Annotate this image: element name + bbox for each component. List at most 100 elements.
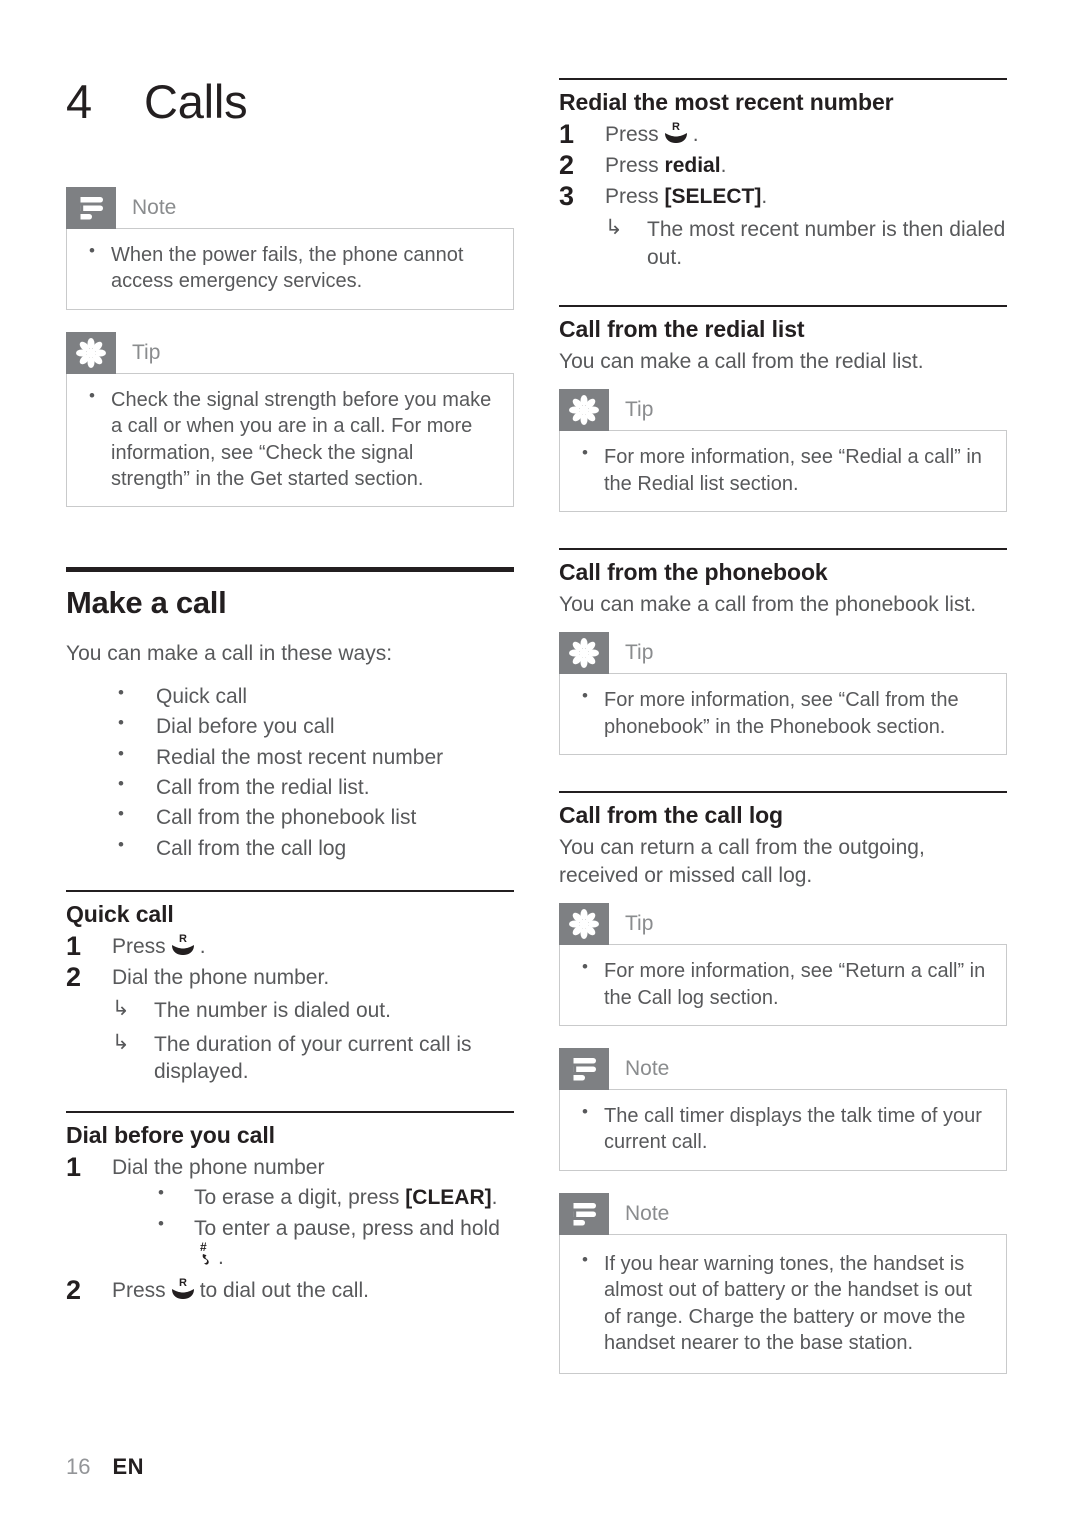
callout-label: Note (625, 1057, 670, 1081)
svg-text:R: R (179, 1277, 187, 1289)
step-number: 1 (559, 118, 575, 149)
step-number: 3 (559, 181, 575, 212)
callout-item: The call timer displays the talk time of… (576, 1101, 990, 1156)
subsection-heading-dial-before-you-call: Dial before you call (66, 1122, 275, 1149)
callout-body: If you hear warning tones, the handset i… (559, 1233, 1007, 1375)
subsection-heading-phonebook: Call from the phonebook (559, 559, 828, 586)
quick-call-steps: 1 Press R. 2 Dial the phone number. ↳ The… (66, 930, 514, 1086)
make-a-call-intro: You can make a call in these ways: (66, 641, 393, 665)
result-text: The number is dialed out. (154, 999, 391, 1023)
hash-pause-key-icon: # (195, 1241, 217, 1267)
phonebook-intro: You can make a call from the phonebook l… (559, 592, 977, 616)
section-rule-thin (559, 305, 1007, 308)
step-result: ↳ The most recent number is then dialed … (605, 216, 1007, 271)
talk-key-icon: R (168, 1277, 198, 1300)
note-icon (559, 1192, 609, 1235)
result-arrow-icon: ↳ (112, 997, 130, 1021)
callout-label: Tip (132, 340, 161, 364)
bullet-text-suffix: . (218, 1245, 224, 1269)
callout-body: For more information, see “Redial a call… (559, 430, 1007, 513)
chapter-name: Calls (144, 75, 248, 128)
callout-body: When the power fails, the phone cannot a… (66, 228, 514, 310)
callout-header: Tip (66, 331, 514, 374)
two-column-layout: 4 Calls Note • When the power fails, the… (66, 78, 1025, 1396)
tip-callout: Tip For more information, see “Return a … (559, 903, 1007, 1027)
key-label-clear: [CLEAR] (405, 1186, 492, 1210)
step-result: ↳ The duration of your current call is d… (112, 1031, 514, 1086)
step-item: 2 Dial the phone number. ↳ The number is… (66, 962, 514, 1086)
redial-recent-steps: 1 Press R. 2 Press redial. 3 Press [SELEC… (559, 119, 1007, 271)
callout-header: Note (559, 1192, 1007, 1235)
result-arrow-icon: ↳ (112, 1030, 130, 1054)
talk-key-icon: R (168, 933, 198, 955)
callout-item: If you hear warning tones, the handset i… (576, 1249, 990, 1357)
chapter-number: 4 (66, 75, 93, 128)
step-number: 2 (559, 149, 575, 180)
section-heading-make-a-call: Make a call (66, 585, 227, 621)
note-icon (66, 187, 116, 229)
bullet-text-prefix: To enter a pause, press and hold (194, 1216, 500, 1240)
step-text-suffix: to dial out the call. (199, 1279, 369, 1303)
callout-label: Note (132, 196, 177, 219)
list-item: Dial before you call (66, 711, 514, 742)
tip-icon (559, 632, 609, 675)
step-text-prefix: Press (112, 1279, 166, 1303)
callout-body: For more information, see “Return a call… (559, 944, 1007, 1027)
callout-header: Note (66, 187, 514, 229)
tip-callout: Tip Check the signal strength before you… (66, 331, 514, 508)
step-text-prefix: Press (605, 153, 659, 177)
key-label-redial: redial (664, 153, 721, 177)
result-text: The duration of your current call is dis… (154, 1032, 472, 1084)
step-text-prefix: Press (112, 934, 166, 958)
step-number: 1 (66, 930, 82, 961)
step-number: 2 (66, 962, 82, 993)
language-code: EN (112, 1454, 145, 1479)
result-text: The most recent number is then dialed ou… (647, 218, 1006, 269)
subsection-heading-redial-recent: Redial the most recent number (559, 89, 894, 115)
section-rule-thin (559, 78, 1007, 80)
callout-label: Tip (625, 398, 654, 422)
key-label-select: [SELECT] (664, 185, 762, 209)
subsection-heading-redial-list: Call from the redial list (559, 316, 805, 343)
step-item: 3 Press [SELECT]. ↳ The most recent numb… (559, 181, 1007, 271)
note-icon (559, 1048, 609, 1091)
step-number: 2 (66, 1275, 82, 1306)
step-item: 1 Press R. (559, 119, 1007, 149)
bullet-text-prefix: To erase a digit, press (194, 1186, 400, 1210)
step-bullet: • To enter a pause, press and hold #. (112, 1214, 514, 1271)
step-bullet: • To erase a digit, press [CLEAR]. (112, 1183, 514, 1212)
dial-before-steps: 1 Dial the phone number • To erase a dig… (66, 1151, 514, 1305)
step-number: 1 (66, 1151, 82, 1182)
step-text-suffix: . (720, 153, 727, 177)
step-text-suffix: . (199, 934, 206, 958)
list-item: Quick call (66, 681, 514, 712)
callout-label: Note (625, 1201, 670, 1225)
note-callout: Note The call timer displays the talk ti… (559, 1048, 1007, 1171)
callout-header: Tip (559, 389, 1007, 432)
step-result: ↳ The number is dialed out. (112, 997, 514, 1024)
bullet-text-suffix: . (491, 1186, 498, 1210)
tip-callout: Tip For more information, see “Call from… (559, 632, 1007, 756)
callout-body: Check the signal strength before you mak… (66, 372, 514, 508)
callout-header: Note (559, 1048, 1007, 1091)
list-item: Call from the phonebook list (66, 802, 514, 833)
callout-header: Tip (559, 903, 1007, 946)
tip-callout: Tip For more information, see “Redial a … (559, 389, 1007, 513)
step-item: 2 Press Rto dial out the call. (66, 1275, 514, 1305)
section-rule-thin (559, 548, 1007, 551)
tip-icon (559, 903, 609, 946)
section-rule-thin (66, 1111, 514, 1114)
callout-item: Check the signal strength before you mak… (83, 385, 497, 493)
list-item: Call from the redial list. (66, 772, 514, 803)
svg-text:R: R (672, 121, 680, 133)
callout-item: For more information, see “Call from the… (576, 685, 990, 740)
list-item: Call from the call log (66, 833, 514, 864)
callout-body: The call timer displays the talk time of… (559, 1089, 1007, 1171)
section-rule-thin (66, 890, 514, 893)
call-log-intro: You can return a call from the outgoing,… (559, 835, 925, 887)
step-text-prefix: Press (605, 185, 659, 209)
list-item: Redial the most recent number (66, 742, 514, 773)
result-arrow-icon: ↳ (605, 216, 623, 240)
subsection-heading-call-log: Call from the call log (559, 802, 784, 829)
tip-icon (559, 389, 609, 432)
